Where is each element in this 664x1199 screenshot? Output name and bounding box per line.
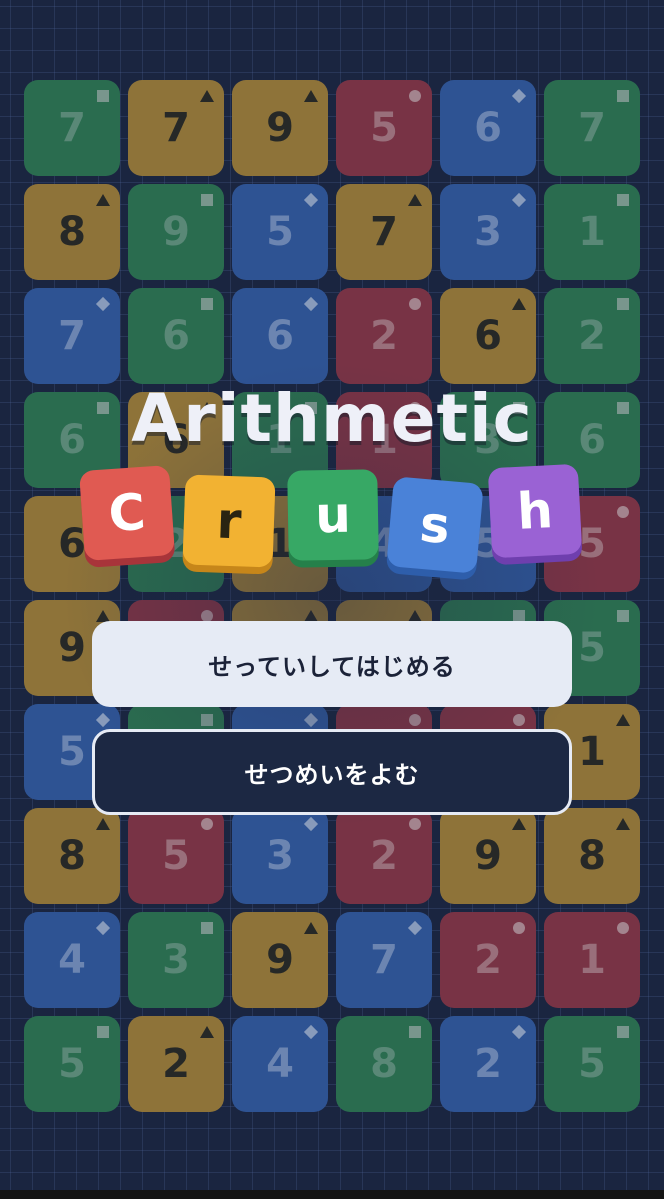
game-title: Arithmetic <box>131 380 533 457</box>
start-game-button[interactable]: せっていしてはじめる <box>92 621 572 707</box>
title-letter-c: C <box>78 464 176 562</box>
game-background: 7795678957317662626611366214559346355273… <box>0 0 664 1190</box>
title-letter-s: s <box>386 476 484 574</box>
title-letter-blocks: C r u s h <box>0 463 664 574</box>
bottom-bar <box>0 1190 664 1199</box>
read-instructions-button[interactable]: せつめいをよむ <box>92 729 572 815</box>
title-letter-h: h <box>487 463 583 559</box>
title-letter-u: u <box>287 469 379 561</box>
title-letter-r: r <box>182 474 276 568</box>
